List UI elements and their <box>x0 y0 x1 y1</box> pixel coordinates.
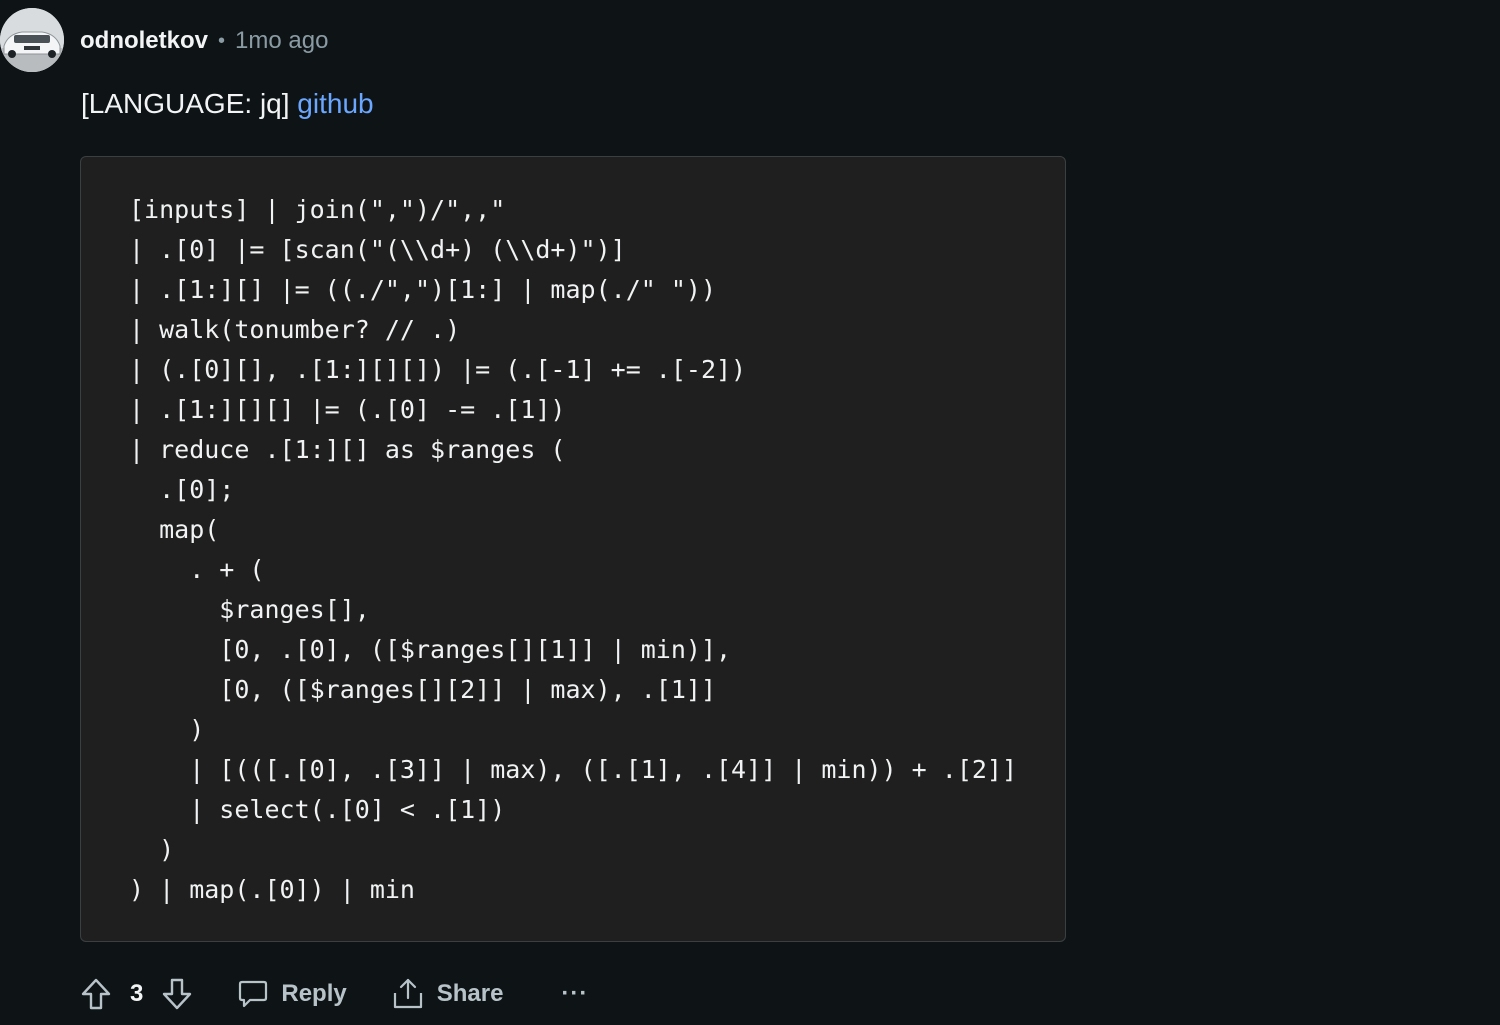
github-link[interactable]: github <box>297 88 373 119</box>
code-line: [0, .[0], ([$ranges[][1]] | min)], <box>129 635 732 664</box>
comment-meta: odnoletkov • 1mo ago <box>80 24 328 58</box>
comment-body: [LANGUAGE: jq] github <box>81 88 374 120</box>
code-line: | walk(tonumber? // .) <box>129 315 461 344</box>
avatar[interactable] <box>0 8 64 72</box>
share-button[interactable]: Share <box>391 977 504 1011</box>
comment: odnoletkov • 1mo ago [LANGUAGE: jq] gith… <box>0 0 1500 1025</box>
code-line: .[0]; <box>129 475 235 504</box>
reply-label: Reply <box>281 980 347 1007</box>
vote-count: 3 <box>130 980 144 1007</box>
code-line: | [(([.[0], .[3]] | max), ([.[1], .[4]] … <box>129 755 1018 784</box>
downvote-arrow-icon <box>163 978 192 1010</box>
downvote-button[interactable] <box>161 977 193 1011</box>
timestamp[interactable]: 1mo ago <box>235 27 328 55</box>
upvote-arrow-icon <box>81 978 111 1010</box>
code-block: [inputs] | join(",")/",," | .[0] |= [sca… <box>80 156 1066 942</box>
code-line: ) <box>129 715 205 744</box>
code-line: map( <box>129 515 220 544</box>
code-line: | select(.[0] < .[1]) <box>129 795 506 824</box>
car-photo-icon <box>0 8 64 72</box>
code-line: | .[0] |= [scan("(\\d+) (\\d+)")] <box>129 235 626 264</box>
more-options-button[interactable]: ··· <box>561 980 588 1008</box>
code-line: ) <box>129 835 175 864</box>
reply-button[interactable]: Reply <box>237 978 347 1010</box>
code-line: [0, ([$ranges[][2]] | max), .[1]] <box>129 675 716 704</box>
upvote-button[interactable] <box>80 977 112 1011</box>
body-prefix: [LANGUAGE: jq] <box>81 88 298 119</box>
code-line: | .[1:][][] |= (.[0] -= .[1]) <box>129 395 566 424</box>
code-line: ) | map(.[0]) | min <box>129 875 415 904</box>
meta-separator: • <box>218 29 226 52</box>
author-name[interactable]: odnoletkov <box>80 27 208 55</box>
code-line: $ranges[], <box>129 595 370 624</box>
code-line: | .[1:][] |= ((./",")[1:] | map(./" ")) <box>129 275 716 304</box>
share-upload-icon <box>393 978 422 1009</box>
code-line: . + ( <box>129 555 265 584</box>
code-line: | reduce .[1:][] as $ranges ( <box>129 435 566 464</box>
speech-bubble-icon <box>239 980 268 1008</box>
code-line: [inputs] | join(",")/",," <box>129 195 506 224</box>
comment-actions: 3 Reply Share ··· <box>80 972 588 1016</box>
share-label: Share <box>436 980 504 1007</box>
code-line: | (.[0][], .[1:][][]) |= (.[-1] += .[-2]… <box>129 355 747 384</box>
